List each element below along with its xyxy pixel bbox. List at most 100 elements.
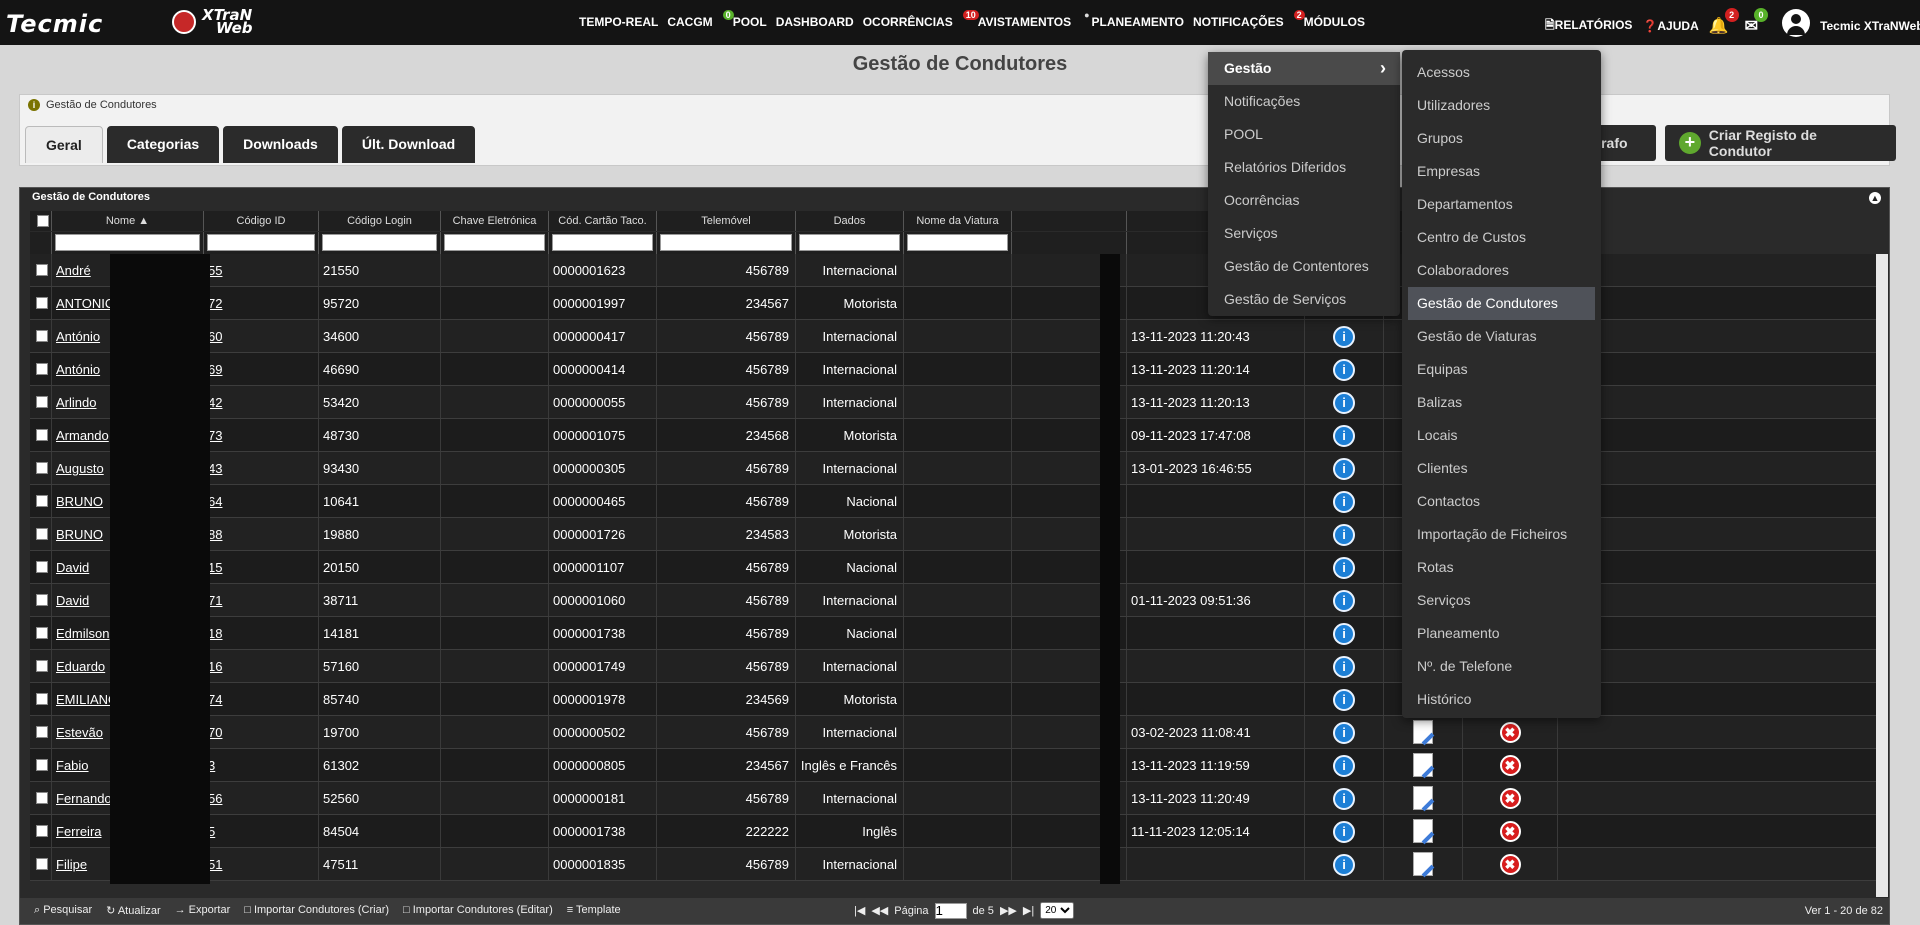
column-filter-input[interactable] — [660, 234, 792, 251]
row-checkbox[interactable] — [36, 462, 48, 474]
cell-id[interactable]: 3 — [204, 749, 319, 781]
submenu-item-historico[interactable]: Histórico — [1402, 683, 1601, 716]
footer-action-template[interactable]: ≡ Template — [567, 904, 621, 917]
cell-detail[interactable]: i — [1305, 617, 1384, 649]
cell-id[interactable]: 5 — [204, 815, 319, 847]
row-checkbox[interactable] — [36, 858, 48, 870]
row-checkbox[interactable] — [36, 759, 48, 771]
footer-action-importar-condutores-criar[interactable]: □ Importar Condutores (Criar) — [244, 904, 389, 917]
cell-id[interactable]: 51 — [204, 848, 319, 880]
cell-delete[interactable]: ✖ — [1463, 782, 1558, 814]
select-all-checkbox[interactable] — [36, 215, 49, 227]
cell-text[interactable]: 72 — [208, 296, 222, 311]
cell-checkbox[interactable] — [30, 716, 52, 748]
cell-text[interactable]: David — [56, 560, 89, 575]
next-page-icon[interactable]: ▶▶ — [1000, 904, 1017, 917]
tab-geral[interactable]: Geral — [25, 126, 103, 163]
nav-item-ocorrencias[interactable]: OCORRÊNCIAS 10 — [863, 10, 979, 30]
cell-text[interactable]: 64 — [208, 494, 222, 509]
edit-icon[interactable] — [1413, 819, 1433, 843]
cell-checkbox[interactable] — [30, 254, 52, 286]
vertical-scrollbar[interactable] — [1876, 254, 1888, 897]
submenu-item-balizas[interactable]: Balizas — [1402, 386, 1601, 419]
edit-icon[interactable] — [1413, 753, 1433, 777]
cell-detail[interactable]: i — [1305, 452, 1384, 484]
info-icon[interactable]: i — [1333, 557, 1355, 579]
info-icon[interactable]: i — [1333, 821, 1355, 843]
menu-item-ocorrencias[interactable]: Ocorrências — [1208, 184, 1400, 217]
column-filter-input[interactable] — [207, 234, 315, 251]
cell-detail[interactable]: i — [1305, 683, 1384, 715]
row-checkbox[interactable] — [36, 693, 48, 705]
menu-item-notificacoes[interactable]: Notificações — [1208, 85, 1400, 118]
submenu-item-colaboradores[interactable]: Colaboradores — [1402, 254, 1601, 287]
reports-link[interactable]: 🗎RELATÓRIOS — [1545, 16, 1632, 37]
column-filter-input[interactable] — [322, 234, 437, 251]
column-filter-input[interactable] — [55, 234, 200, 251]
cell-text[interactable]: 88 — [208, 527, 222, 542]
column-header[interactable]: Telemóvel — [657, 211, 796, 231]
cell-checkbox[interactable] — [30, 617, 52, 649]
cell-checkbox[interactable] — [30, 551, 52, 583]
cell-edit[interactable] — [1384, 749, 1463, 781]
cell-checkbox[interactable] — [30, 848, 52, 880]
info-icon[interactable]: i — [1333, 755, 1355, 777]
info-icon[interactable]: i — [1333, 689, 1355, 711]
column-header[interactable]: Chave Eletrónica — [441, 211, 549, 231]
cell-checkbox[interactable] — [30, 518, 52, 550]
cell-text[interactable]: Augusto — [56, 461, 104, 476]
submenu-item-centro-de-custos[interactable]: Centro de Custos — [1402, 221, 1601, 254]
menu-item-servicos[interactable]: Serviços — [1208, 217, 1400, 250]
delete-icon[interactable]: ✖ — [1499, 788, 1521, 809]
submenu-item-rotas[interactable]: Rotas — [1402, 551, 1601, 584]
nav-item-pool[interactable]: POOL — [733, 15, 767, 30]
info-icon[interactable]: i — [1333, 656, 1355, 678]
submenu-item-clientes[interactable]: Clientes — [1402, 452, 1601, 485]
cell-checkbox[interactable] — [30, 749, 52, 781]
column-header[interactable]: Nome ▲ — [52, 211, 204, 231]
last-page-icon[interactable]: ▶| — [1023, 904, 1034, 917]
cell-edit[interactable] — [1384, 848, 1463, 880]
cell-text[interactable]: Ferreira — [56, 824, 102, 839]
submenu-item-gestao-de-condutores[interactable]: Gestão de Condutores — [1408, 287, 1595, 320]
collapse-icon[interactable]: ▲ — [1869, 192, 1881, 204]
menu-item-gestao-de-servicos[interactable]: Gestão de Serviços — [1208, 283, 1400, 316]
cell-id[interactable]: 74 — [204, 683, 319, 715]
cell-checkbox[interactable] — [30, 683, 52, 715]
cell-text[interactable]: 55 — [208, 263, 222, 278]
table-row[interactable]: Fernando 56 52560 0000000181 456789 Internaci… — [30, 782, 1877, 815]
cell-text[interactable]: 69 — [208, 362, 222, 377]
cell-detail[interactable]: i — [1305, 815, 1384, 847]
menu-item-gestao-de-contentores[interactable]: Gestão de Contentores — [1208, 250, 1400, 283]
cell-text[interactable]: ANTONIO — [56, 296, 115, 311]
cell-checkbox[interactable] — [30, 485, 52, 517]
cell-text[interactable]: 74 — [208, 692, 222, 707]
nav-item-avistamentos[interactable]: AVISTAMENTOS ● — [978, 10, 1090, 30]
cell-id[interactable]: 70 — [204, 716, 319, 748]
row-checkbox[interactable] — [36, 660, 48, 672]
cell-id[interactable]: 43 — [204, 452, 319, 484]
cell-id[interactable]: 60 — [204, 320, 319, 352]
info-icon[interactable]: i — [1333, 326, 1355, 348]
nav-item-dashboard[interactable]: DASHBOARD — [776, 15, 854, 30]
page-size-select[interactable]: 20 — [1040, 902, 1075, 919]
cell-detail[interactable]: i — [1305, 419, 1384, 451]
table-row[interactable]: Fabio 3 61302 0000000805 234567 Inglês e Fran… — [30, 749, 1877, 782]
cell-text[interactable]: Fernando — [56, 791, 112, 806]
menu-item-pool[interactable]: POOL — [1208, 118, 1400, 151]
cell-text[interactable]: 70 — [208, 725, 222, 740]
info-icon[interactable]: i — [1333, 458, 1355, 480]
create-driver-button[interactable]: + Criar Registo de Condutor — [1665, 125, 1896, 161]
cell-id[interactable]: 71 — [204, 584, 319, 616]
submenu-item-locais[interactable]: Locais — [1402, 419, 1601, 452]
first-page-icon[interactable]: |◀ — [854, 904, 865, 917]
cell-delete[interactable]: ✖ — [1463, 848, 1558, 880]
row-checkbox[interactable] — [36, 792, 48, 804]
cell-delete[interactable]: ✖ — [1463, 749, 1558, 781]
table-row[interactable]: Estevão 70 19700 0000000502 456789 Internacio… — [30, 716, 1877, 749]
row-checkbox[interactable] — [36, 726, 48, 738]
nav-item-modulos[interactable]: MÓDULOS — [1304, 15, 1365, 30]
column-header[interactable]: Nome da Viatura — [904, 211, 1012, 231]
row-checkbox[interactable] — [36, 561, 48, 573]
cell-text[interactable]: Fabio — [56, 758, 89, 773]
